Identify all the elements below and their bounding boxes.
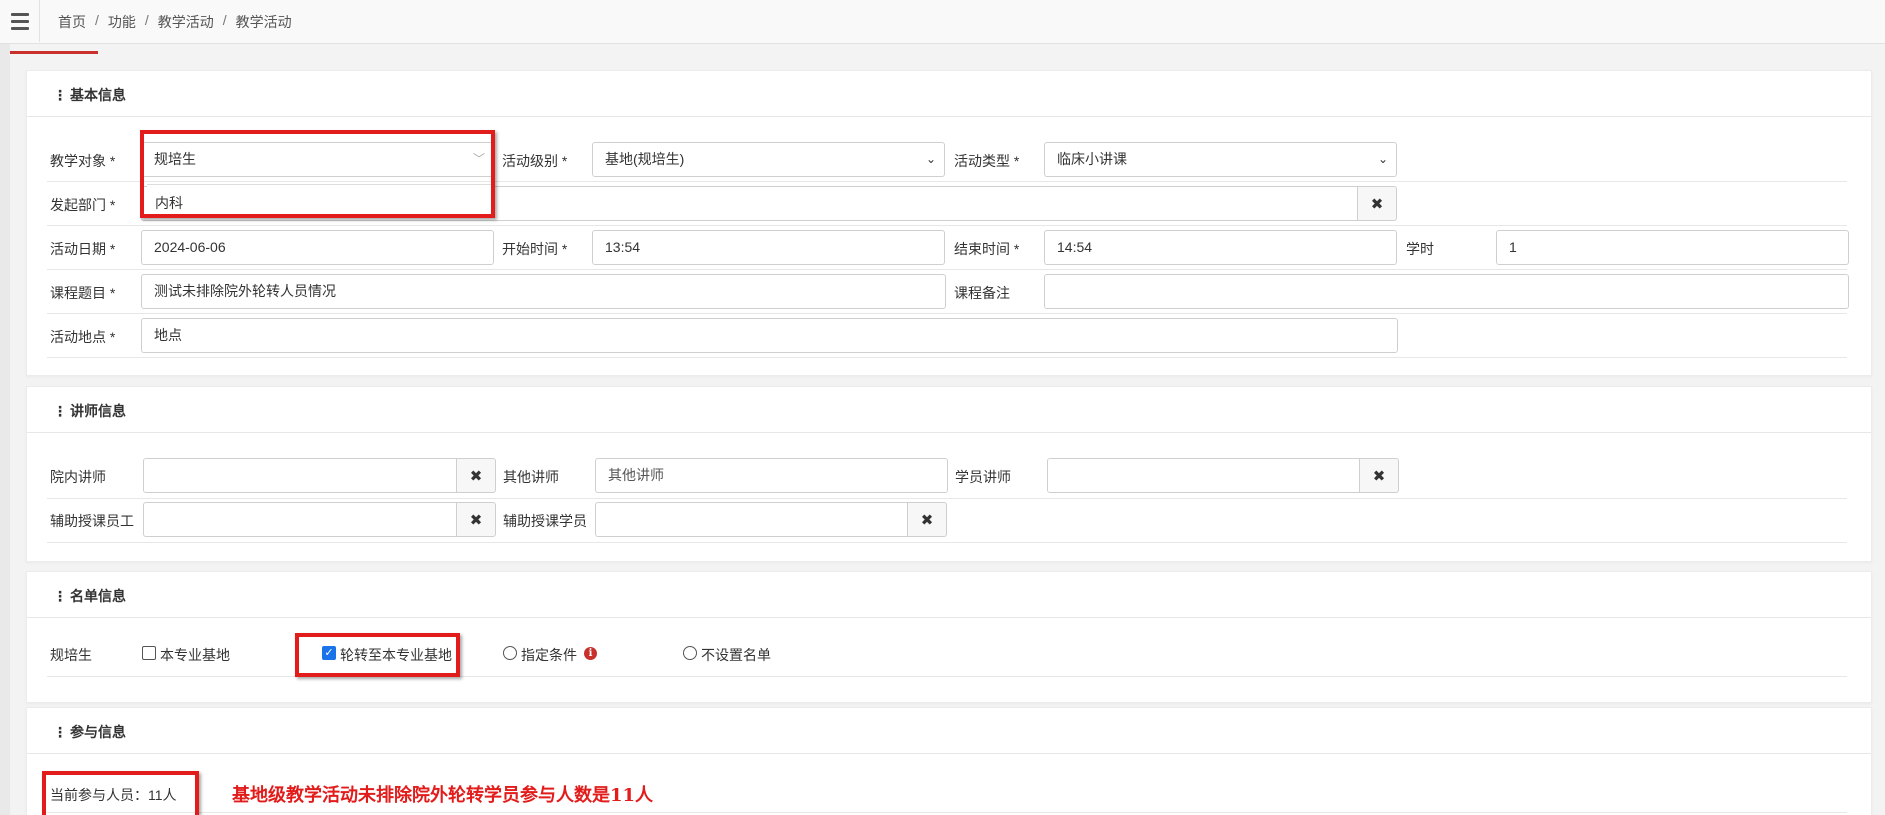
other-lecturer-label: 其他讲师 — [503, 469, 559, 485]
no-roster-radio[interactable] — [683, 646, 697, 660]
assist-staff-clear-icon[interactable]: ✖ — [456, 502, 496, 537]
divider — [47, 313, 1847, 314]
student-lecturer-label: 学员讲师 — [955, 469, 1011, 485]
annotation-text: 基地级教学活动未排除院外轮转学员参与人数是11人 — [232, 785, 654, 806]
activity-type-select[interactable]: 临床小讲课 ⌄ — [1044, 142, 1397, 177]
hamburger-menu-icon[interactable] — [0, 0, 40, 42]
assist-student-field[interactable] — [595, 502, 908, 537]
basic-info-panel: ⋮ 基本信息 教学对象 * 规培生 ﹀ 活动级别 * 基地(规培生) ⌄ 活动类型 *… — [26, 70, 1872, 376]
top-bar: 首页 / 功能 / 教学活动 / 教学活动 — [0, 0, 1885, 44]
hours-input[interactable]: 1 — [1496, 230, 1849, 265]
course-remark-label: 课程备注 — [954, 285, 1010, 301]
location-label: 活动地点 * — [50, 329, 116, 345]
end-time-label: 结束时间 * — [954, 241, 1020, 257]
divider — [47, 269, 1847, 270]
divider — [47, 225, 1847, 226]
own-base-label[interactable]: 本专业基地 — [160, 645, 230, 665]
active-tab-indicator — [10, 51, 98, 54]
participation-info-title: ⋮ 参与信息 — [53, 724, 126, 740]
divider — [47, 498, 1847, 499]
highlight-box-teaching-target — [140, 130, 495, 218]
course-title-label: 课程题目 * — [50, 285, 116, 301]
no-roster-label[interactable]: 不设置名单 — [701, 645, 771, 665]
highlight-box-participant-count — [42, 771, 199, 815]
roster-info-title: ⋮ 名单信息 — [53, 588, 126, 604]
teaching-target-label: 教学对象 * — [50, 153, 116, 169]
department-clear-icon[interactable]: ✖ — [1357, 186, 1397, 221]
participation-info-panel: ⋮ 参与信息 当前参与人员：11人 基地级教学活动未排除院外轮转学员参与人数是11… — [26, 707, 1872, 815]
highlight-box-rotate-checkbox — [295, 633, 460, 677]
assist-staff-field[interactable] — [143, 502, 457, 537]
lecturer-info-panel: ⋮ 讲师信息 院内讲师 ✖ 其他讲师 其他讲师 学员讲师 ✖ 辅助授课员工 ✖ 辅… — [26, 386, 1872, 562]
specify-condition-label[interactable]: 指定条件 — [521, 645, 577, 665]
basic-info-title: ⋮ 基本信息 — [53, 87, 126, 103]
roster-row-label: 规培生 — [50, 647, 92, 663]
start-time-input[interactable]: 13:54 — [592, 230, 945, 265]
specify-condition-radio[interactable] — [503, 646, 517, 660]
breadcrumb-teaching[interactable]: 教学活动 — [158, 12, 214, 32]
chevron-down-icon: ⌄ — [1377, 152, 1388, 166]
info-icon[interactable]: i — [584, 647, 597, 660]
chevron-down-icon: ⌄ — [925, 152, 936, 166]
own-base-checkbox[interactable] — [142, 646, 156, 660]
student-lecturer-clear-icon[interactable]: ✖ — [1359, 458, 1399, 493]
assist-staff-label: 辅助授课员工 — [50, 513, 134, 529]
department-label: 发起部门 * — [50, 197, 116, 213]
divider — [47, 812, 1847, 813]
student-lecturer-field[interactable] — [1047, 458, 1360, 493]
internal-lecturer-clear-icon[interactable]: ✖ — [456, 458, 496, 493]
internal-lecturer-field[interactable] — [143, 458, 457, 493]
course-remark-input[interactable] — [1044, 274, 1849, 309]
end-time-input[interactable]: 14:54 — [1044, 230, 1397, 265]
assist-student-label: 辅助授课学员 — [503, 513, 587, 529]
activity-type-label: 活动类型 * — [954, 153, 1020, 169]
breadcrumb-function[interactable]: 功能 — [108, 12, 136, 32]
activity-date-input[interactable]: 2024-06-06 — [141, 230, 494, 265]
breadcrumb-current: 教学活动 — [235, 14, 292, 30]
activity-level-select[interactable]: 基地(规培生) ⌄ — [592, 142, 945, 177]
breadcrumb: 首页 / 功能 / 教学活动 / 教学活动 — [58, 12, 292, 32]
start-time-label: 开始时间 * — [502, 241, 568, 257]
left-strip — [0, 44, 10, 815]
activity-level-label: 活动级别 * — [502, 153, 568, 169]
divider — [47, 542, 1847, 543]
breadcrumb-home[interactable]: 首页 — [58, 12, 86, 32]
lecturer-info-title: ⋮ 讲师信息 — [53, 403, 126, 419]
location-input[interactable]: 地点 — [141, 318, 1398, 353]
hours-label: 学时 — [1406, 241, 1434, 257]
activity-date-label: 活动日期 * — [50, 241, 116, 257]
course-title-input[interactable]: 测试未排除院外轮转人员情况 — [141, 274, 946, 309]
assist-student-clear-icon[interactable]: ✖ — [907, 502, 947, 537]
other-lecturer-input[interactable]: 其他讲师 — [595, 458, 948, 493]
internal-lecturer-label: 院内讲师 — [50, 469, 106, 485]
divider — [47, 357, 1847, 358]
